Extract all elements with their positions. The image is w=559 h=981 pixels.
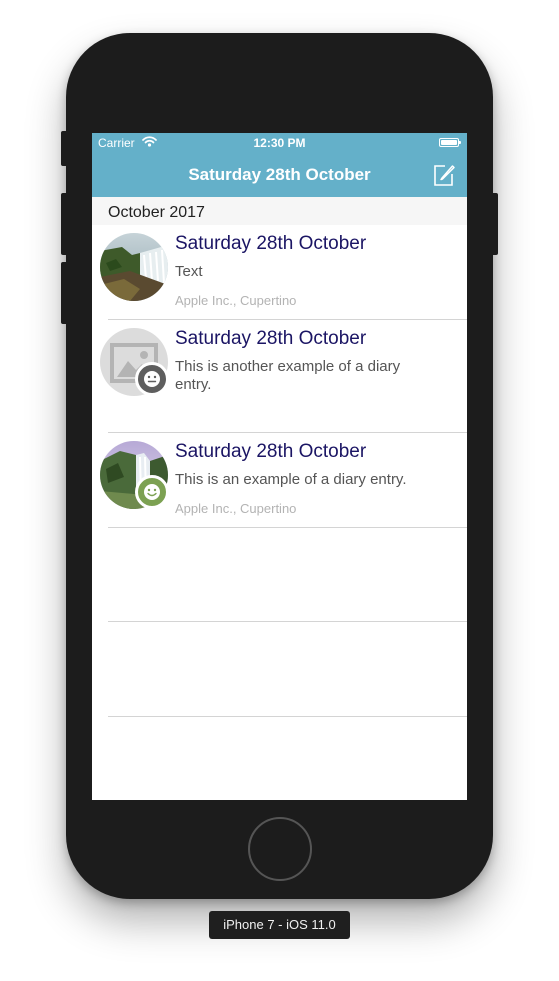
volume-up-button	[61, 193, 68, 255]
nav-title: Saturday 28th October	[188, 165, 371, 184]
entry-title: Saturday 28th October	[175, 328, 367, 349]
entry-photo	[100, 233, 168, 301]
diary-entry-row[interactable]: Saturday 28th October This is an example…	[92, 433, 467, 528]
section-header: October 2017	[92, 197, 467, 225]
entry-title: Saturday 28th October	[175, 233, 367, 254]
entry-location: Apple Inc., Cupertino	[175, 501, 297, 516]
neutral-mood-icon	[135, 362, 169, 396]
navigation-bar: Saturday 28th October	[92, 153, 467, 197]
volume-down-button	[61, 262, 68, 324]
home-button[interactable]	[248, 817, 312, 881]
entry-text: This is an example of a diary entry.	[175, 471, 407, 488]
entry-title: Saturday 28th October	[175, 441, 367, 462]
happy-mood-icon	[135, 475, 169, 509]
row-separator	[108, 527, 467, 528]
compose-icon[interactable]	[431, 162, 457, 188]
battery-icon	[439, 138, 461, 147]
device-label: iPhone 7 - iOS 11.0	[209, 911, 350, 939]
entry-text: Text	[175, 263, 203, 280]
empty-row-separator	[108, 716, 467, 717]
section-title: October 2017	[108, 204, 205, 221]
diary-entry-row[interactable]: Saturday 28th October This is another ex…	[92, 320, 467, 433]
empty-row-separator	[108, 621, 467, 622]
status-bar: Carrier 12:30 PM	[92, 133, 467, 153]
mute-switch	[61, 131, 68, 166]
power-button	[491, 193, 498, 255]
entry-location: Apple Inc., Cupertino	[175, 293, 297, 308]
entry-text: This is another example of a diary entry…	[175, 358, 401, 393]
status-time: 12:30 PM	[253, 136, 306, 150]
app-screen: Carrier 12:30 PM Saturday 28th October O…	[92, 133, 467, 800]
waterfall-photo-icon	[100, 233, 168, 301]
diary-entry-row[interactable]: Saturday 28th October Text Apple Inc., C…	[92, 225, 467, 320]
